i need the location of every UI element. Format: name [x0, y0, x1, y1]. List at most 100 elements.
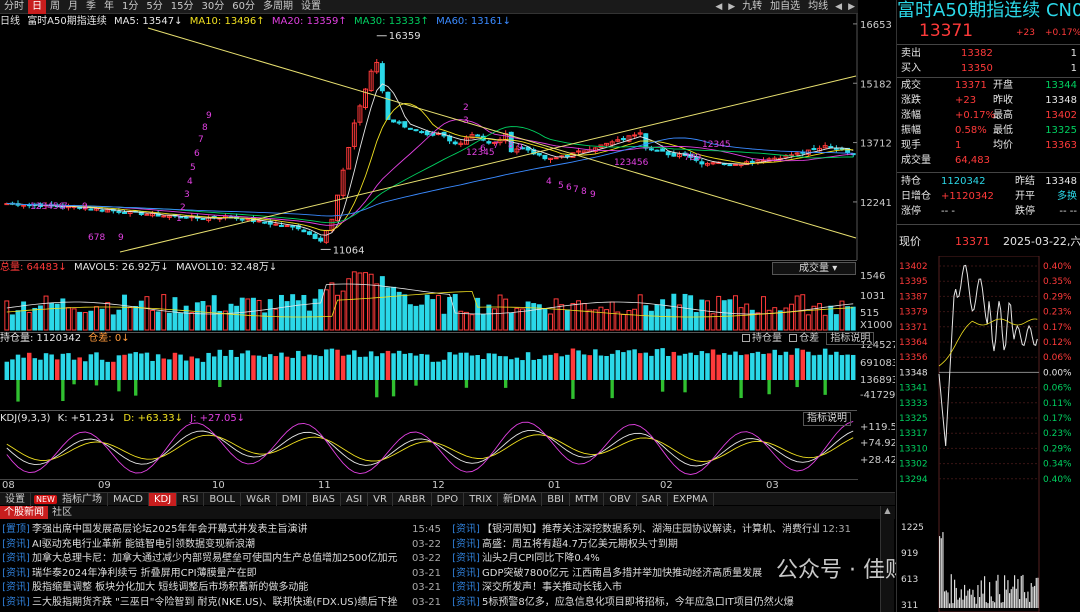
tab-new-dma[interactable]: 新DMA [498, 492, 543, 506]
candle-body [307, 231, 312, 235]
volume-bar [82, 312, 88, 331]
candle-body [290, 225, 296, 228]
chevron-up-icon[interactable]: ▲ [881, 506, 894, 515]
tab-boll[interactable]: BOLL [204, 492, 242, 506]
news-item[interactable]: [资讯] 加拿大总理卡尼：加拿大通过减少内部贸易壁垒可使国内生产总值增加2500亿… [0, 552, 445, 567]
intraday-chart[interactable]: 13402 0.40% 13395 0.35% 13387 0.29% 13379 0.23%… [897, 256, 1080, 612]
period-tab[interactable]: 月 [64, 0, 82, 14]
news-item[interactable]: [资讯] 【银河周知】推荐关注深挖数据系列、湖海庄园协议解读，计算机、消费行业..… [450, 523, 855, 538]
volume-bar [704, 300, 710, 331]
add-watchlist-button[interactable]: 加自选 [766, 0, 804, 14]
news-title[interactable]: 李强出席中国发展高层论坛2025年年会开幕式并发表主旨演讲 [32, 523, 409, 538]
oi-bar [761, 353, 766, 380]
quote-price: 13350 [961, 63, 993, 74]
news-title[interactable]: 高盛：周五将有超4.7万亿美元期权头寸到期 [482, 538, 819, 553]
stat-value: +23 [955, 95, 977, 106]
period-tab[interactable]: 年 [100, 0, 118, 14]
news-title[interactable]: 三大股指期货齐跌 "三巫日"令险智到 耐克(NKE.US)、联邦快递(FDX.U… [32, 596, 409, 611]
volume-indicator-select[interactable]: 成交量 ▾ [772, 262, 856, 275]
settings-button[interactable]: 设置 [297, 0, 325, 14]
tab-sar[interactable]: SAR [637, 492, 668, 506]
news-title[interactable]: 股指缩量调整 板块分化加大 短线调整后市场积蓄新的做多动能 [32, 581, 409, 596]
ma-button[interactable]: 均线 [804, 0, 832, 14]
arrow-left-icon[interactable]: ◀ [832, 2, 845, 12]
news-item[interactable]: [资讯] 股指缩量调整 板块分化加大 短线调整后市场积蓄新的做多动能 03-21 [0, 581, 445, 596]
volume-bar [65, 307, 71, 331]
oi-help-button[interactable]: 指标说明 [826, 332, 875, 345]
news-title[interactable]: 加拿大总理卡尼：加拿大通过减少内部贸易壁垒可使国内生产总值增加2500亿加元 [32, 552, 409, 567]
oi-change-checkbox[interactable]: 仓差 [789, 333, 819, 344]
tab-expma[interactable]: EXPMA [668, 492, 714, 506]
nine-turn-label: 8 [202, 123, 208, 133]
volume-bar [267, 299, 273, 331]
period-tab[interactable]: 周 [46, 0, 64, 14]
tab-trix[interactable]: TRIX [464, 492, 499, 506]
tab-stock-news[interactable]: 个股新闻 [0, 506, 48, 519]
oi-bar [509, 359, 514, 380]
nine-turn-button[interactable]: 九转 [738, 0, 766, 14]
news-item[interactable]: [资讯] 三大股指期货齐跌 "三巫日"令险智到 耐克(NKE.US)、联邦快递(F… [0, 596, 445, 611]
period-tab[interactable]: 分时 [0, 0, 28, 14]
news-item[interactable]: [资讯] 瑞华泰2024年净利续亏 折叠屏用CPI薄膜量产在即 03-21 [0, 567, 445, 582]
news-item[interactable]: [资讯] 高盛：周五将有超4.7万亿美元期权头寸到期 [450, 538, 855, 553]
stat-value: 13344 [1045, 80, 1077, 91]
tab-macd[interactable]: MACD [108, 492, 149, 506]
oi-bar [649, 355, 654, 380]
period-tab[interactable]: 季 [82, 0, 100, 14]
stat-label: 日增仓 [901, 191, 931, 202]
tab-arbr[interactable]: ARBR [393, 492, 432, 506]
intraday-volume-bar [1025, 598, 1027, 608]
volume-bar [850, 306, 856, 331]
tab-mtm[interactable]: MTM [570, 492, 605, 506]
intraday-left-tick: 13395 [899, 277, 928, 287]
news-title[interactable]: 汕头2月CPI同比下降0.4% [482, 552, 819, 567]
news-title[interactable]: 深交所发声！事关推动长钱入市 [482, 581, 819, 596]
candle-body [648, 148, 654, 151]
intraday-right-tick: 0.29% [1043, 444, 1072, 454]
tab-dmi[interactable]: DMI [277, 492, 308, 506]
candle-body [245, 218, 251, 221]
tab-vr[interactable]: VR [368, 492, 393, 506]
tab-bbi[interactable]: BBI [542, 492, 570, 506]
period-tab[interactable]: 30分 [197, 0, 228, 14]
tab-wr[interactable]: W&R [241, 492, 277, 506]
volume-bar [323, 289, 329, 331]
news-item[interactable]: [资讯] 5标预警8亿多，应急信息化项目即将招标，今年应急口IT项目仍然火爆 [450, 596, 855, 611]
tab-rsi[interactable]: RSI [177, 492, 205, 506]
candle-body [200, 218, 206, 221]
news-title[interactable]: 【银河周知】推荐关注深挖数据系列、湖海庄园协议解读，计算机、消费行业... [482, 523, 819, 538]
arrow-right-icon[interactable]: ▶ [845, 2, 858, 12]
news-item[interactable]: [置顶] 李强出席中国发展高层论坛2025年年会开幕式并发表主旨演讲 15:45 [0, 523, 445, 538]
tab-dpo[interactable]: DPO [432, 492, 465, 506]
news-title[interactable]: AI驱动充电行业革新 能链智电引领数据变现新浪潮 [32, 538, 409, 553]
news-title[interactable]: 5标预警8亿多，应急信息化项目即将招标，今年应急口IT项目仍然火爆 [482, 596, 819, 611]
period-tab[interactable]: 60分 [228, 0, 259, 14]
nine-turn-label: 7 [493, 141, 499, 151]
candle-body [273, 223, 279, 226]
news-item[interactable]: [资讯] AI驱动充电行业革新 能链智电引领数据变现新浪潮 03-22 [0, 538, 445, 553]
tab-kdj[interactable]: KDJ [148, 492, 178, 506]
news-title[interactable]: 瑞华泰2024年净利续亏 折叠屏用CPI薄膜量产在即 [32, 567, 409, 582]
oi-bar [682, 353, 688, 380]
tab-settings[interactable]: 设置 [0, 492, 31, 506]
period-tab[interactable]: 5分 [142, 0, 166, 14]
news-title[interactable]: GDP突破7800亿元 江西南昌多措并举加快推动经济高质量发展 [482, 567, 819, 582]
tab-indicator-square[interactable]: 指标广场 [57, 492, 108, 506]
period-tab[interactable]: 15分 [167, 0, 198, 14]
period-tab[interactable]: 1分 [118, 0, 142, 14]
tab-asi[interactable]: ASI [341, 492, 369, 506]
oi-checkbox[interactable]: 持仓量 [742, 333, 782, 344]
candlestick-chart[interactable]: 1665315182137121224116359110649876543211… [0, 14, 895, 260]
x-tick: 02 [660, 480, 673, 491]
tab-community[interactable]: 社区 [48, 506, 76, 519]
tab-bias[interactable]: BIAS [307, 492, 342, 506]
candle-body [379, 63, 385, 92]
kdj-help-button[interactable]: 指标说明 [803, 412, 851, 426]
tab-obv[interactable]: OBV [604, 492, 637, 506]
arrow-left-icon[interactable]: ◀ [712, 2, 725, 12]
oi-bar [26, 352, 32, 380]
kdj-d: D: +63.33↓ [123, 413, 183, 424]
period-tab-multi[interactable]: 多周期 [259, 0, 297, 14]
arrow-right-icon[interactable]: ▶ [725, 2, 738, 12]
period-tab-day[interactable]: 日 [28, 0, 46, 14]
